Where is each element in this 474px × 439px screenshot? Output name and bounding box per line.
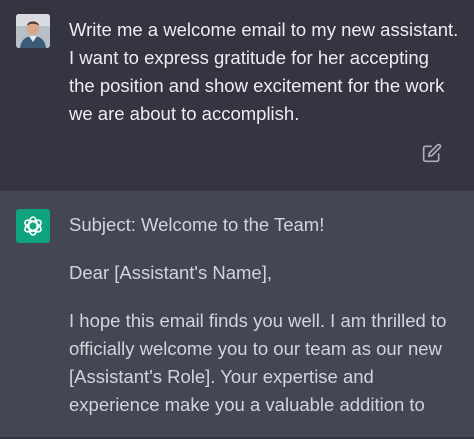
user-message: Write me a welcome email to my new assis… (0, 0, 474, 190)
user-message-text: Write me a welcome email to my new assis… (69, 19, 459, 124)
assistant-reply: Subject: Welcome to the Team! Dear [Assi… (69, 211, 464, 439)
email-greeting: Dear [Assistant's Name], (69, 262, 272, 283)
user-avatar (16, 14, 50, 48)
assistant-message: Subject: Welcome to the Team! Dear [Assi… (0, 190, 474, 437)
email-subject: Subject: Welcome to the Team! (69, 214, 325, 235)
email-body-paragraph: I hope this email finds you well. I am t… (69, 310, 447, 415)
openai-logo-icon (16, 209, 50, 243)
edit-icon[interactable] (422, 143, 442, 163)
